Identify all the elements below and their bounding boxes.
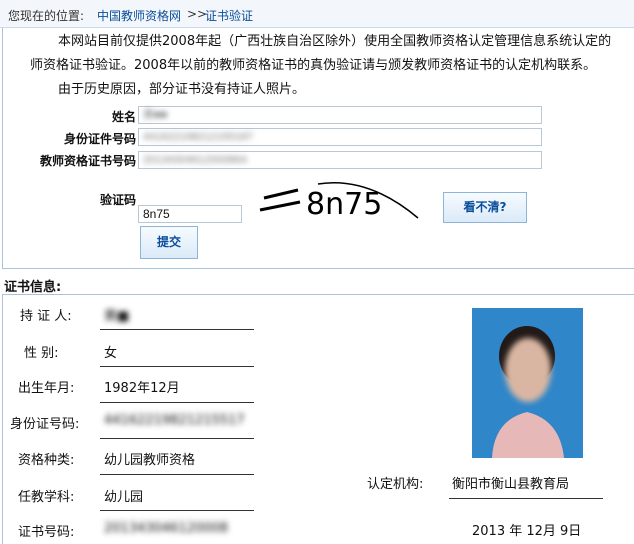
subject-label: 任教学科: bbox=[18, 490, 75, 505]
captcha-text: 8n75 bbox=[306, 187, 382, 222]
issue-date: 2013 年 12月 9日 bbox=[472, 524, 582, 539]
intro-line-2: 师资格证书验证。2008年以前的教师资格证书的真伪验证请与颁发教师资格证书的认定… bbox=[30, 58, 597, 73]
subject-value: 幼儿园 bbox=[104, 490, 144, 505]
captcha-label: 验证码 bbox=[99, 193, 136, 207]
id-number-label: 身份证件号码 bbox=[63, 132, 136, 146]
gender-value: 女 bbox=[104, 346, 118, 361]
holder-label: 持 证 人: bbox=[20, 309, 72, 324]
type-value: 幼儿园教师资格 bbox=[104, 453, 196, 468]
name-input[interactable]: 黄■■ bbox=[138, 106, 542, 124]
idno-value: 44162219821215517 bbox=[104, 413, 245, 428]
refresh-captcha-button[interactable]: 看不清? bbox=[443, 192, 527, 223]
holder-photo-image bbox=[472, 308, 583, 458]
holder-value: 黄■ bbox=[104, 309, 130, 324]
idno-underline bbox=[100, 438, 254, 439]
cert-info-title: 证书信息: bbox=[4, 280, 62, 295]
breadcrumb-home-link[interactable]: 中国教师资格网 bbox=[97, 7, 181, 24]
holder-photo bbox=[472, 308, 583, 458]
birth-value: 1982年12月 bbox=[104, 381, 180, 396]
id-number-input[interactable]: 441622198212155187 bbox=[138, 128, 542, 146]
intro-line-1: 本网站目前仅提供2008年起（广西壮族自治区除外）使用全国教师资格认定管理信息系… bbox=[58, 34, 612, 49]
gender-label: 性 别: bbox=[24, 346, 59, 361]
breadcrumb: 您现在的位置: 中国教师资格网 >> 证书验证 bbox=[0, 0, 634, 28]
submit-button[interactable]: 提交 bbox=[140, 226, 198, 259]
captcha-input[interactable]: 8n75 bbox=[138, 205, 242, 223]
type-label: 资格种类: bbox=[18, 453, 75, 468]
holder-underline bbox=[100, 329, 254, 330]
breadcrumb-current-link[interactable]: 证书验证 bbox=[205, 7, 253, 24]
org-underline bbox=[449, 498, 603, 499]
subject-underline bbox=[100, 510, 254, 511]
org-label: 认定机构: bbox=[367, 477, 424, 492]
birth-label: 出生年月: bbox=[18, 381, 75, 396]
captcha-image[interactable]: 8n75 bbox=[258, 178, 426, 224]
birth-underline bbox=[100, 402, 254, 403]
idno-label: 身份证号码: bbox=[10, 417, 80, 432]
cert-number-label: 教师资格证书号码 bbox=[39, 154, 136, 168]
name-label: 姓名 bbox=[111, 110, 136, 124]
certno-label: 证书号码: bbox=[18, 525, 75, 540]
intro-line-3: 由于历史原因，部分证书没有持证人照片。 bbox=[58, 82, 306, 97]
cert-number-input[interactable]: 20134304612000864 bbox=[138, 151, 542, 169]
breadcrumb-here: 您现在的位置: bbox=[8, 9, 85, 23]
certno-value: 201343046120008 bbox=[104, 521, 229, 536]
gender-underline bbox=[100, 366, 254, 367]
type-underline bbox=[100, 474, 254, 475]
org-value: 衡阳市衡山县教育局 bbox=[452, 477, 570, 492]
